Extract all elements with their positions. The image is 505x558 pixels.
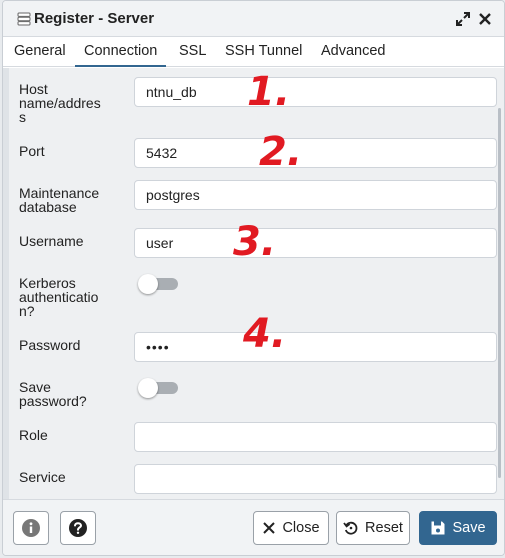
maintenance-db-input[interactable]: postgres	[134, 180, 497, 210]
scrollbar[interactable]	[498, 108, 501, 478]
port-label: Port	[19, 143, 45, 159]
info-button[interactable]	[13, 511, 49, 545]
close-icon	[263, 522, 276, 534]
help-button[interactable]	[60, 511, 96, 545]
kerberos-label: Kerberos authenticatio n?	[19, 275, 99, 319]
save-button-label: Save	[452, 520, 486, 536]
connection-form: Host name/addres s ntnu_db Port 5432 Mai…	[3, 68, 504, 501]
reset-button[interactable]: Reset	[336, 511, 410, 545]
host-label: Host name/addres s	[19, 81, 101, 125]
dialog-footer: Close Reset Save	[3, 499, 504, 555]
help-icon	[69, 519, 87, 537]
dialog-titlebar[interactable]: Register - Server	[3, 1, 504, 37]
reset-icon	[343, 521, 358, 535]
service-input[interactable]	[134, 464, 497, 494]
host-input[interactable]: ntnu_db	[134, 77, 497, 107]
annotation-4: 4.	[243, 311, 287, 357]
server-icon	[17, 12, 31, 26]
toggle-knob	[138, 274, 158, 294]
reset-button-label: Reset	[365, 520, 403, 536]
save-icon	[431, 521, 445, 535]
expand-icon[interactable]	[454, 10, 472, 28]
annotation-3: 3.	[233, 219, 277, 265]
password-label: Password	[19, 337, 81, 353]
close-button-label: Close	[282, 520, 320, 536]
save-password-toggle[interactable]	[138, 378, 178, 398]
info-icon	[22, 519, 40, 537]
dialog-title: Register - Server	[34, 10, 155, 27]
tab-connection[interactable]: Connection	[75, 37, 167, 67]
username-label: Username	[19, 233, 84, 249]
annotation-2: 2.	[259, 129, 303, 175]
register-server-dialog: Register - Server General Connection SSL…	[2, 0, 505, 556]
close-button[interactable]: Close	[253, 511, 329, 545]
role-label: Role	[19, 427, 48, 443]
close-icon[interactable]	[476, 10, 494, 28]
save-password-label: Save password?	[19, 379, 87, 409]
tab-ssl[interactable]: SSL	[179, 37, 206, 67]
service-label: Service	[19, 469, 66, 485]
kerberos-toggle[interactable]	[138, 274, 178, 294]
panel-edge	[3, 68, 9, 501]
port-input[interactable]: 5432	[134, 138, 497, 168]
tab-bar: General Connection SSL SSH Tunnel Advanc…	[3, 37, 504, 67]
tab-general[interactable]: General	[14, 37, 66, 67]
tab-advanced[interactable]: Advanced	[321, 37, 386, 67]
role-input[interactable]	[134, 422, 497, 452]
toggle-knob	[138, 378, 158, 398]
tab-ssh-tunnel[interactable]: SSH Tunnel	[225, 37, 302, 67]
annotation-1: 1.	[247, 69, 291, 115]
maintenance-db-label: Maintenance database	[19, 185, 100, 215]
username-input[interactable]: user	[134, 228, 497, 258]
password-input[interactable]: ••••	[134, 332, 497, 362]
save-button[interactable]: Save	[419, 511, 497, 545]
